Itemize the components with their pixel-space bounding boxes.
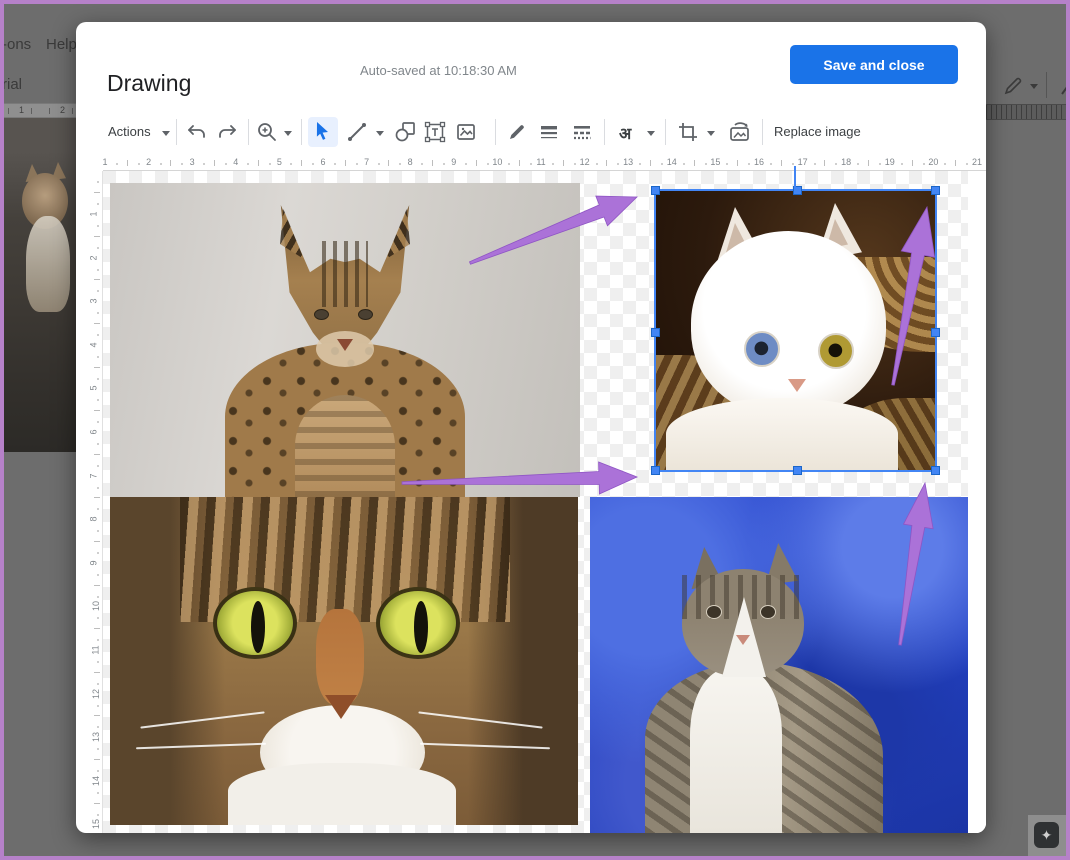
replace-image-button[interactable]: Replace image (774, 124, 861, 139)
rotation-handle-line[interactable] (794, 166, 796, 194)
zoom-button[interactable] (256, 121, 278, 143)
border-dash-button[interactable] (571, 121, 593, 143)
border-weight-button[interactable] (538, 121, 560, 143)
background-ruler-right (986, 104, 1070, 120)
toolbar-divider (176, 119, 177, 145)
sparkle-extension-icon[interactable]: ✦ (1034, 822, 1059, 848)
background-document-ruler: 1 2 (0, 103, 80, 118)
horizontal-ruler: 123456789101112131415161718192021 (103, 154, 986, 171)
vertical-ruler: 123456789101112131415 (90, 171, 103, 833)
toolbar-divider (248, 119, 249, 145)
font-selector-partial: rial (2, 76, 22, 93)
drawing-dialog: Drawing Auto-saved at 10:18:30 AM Save a… (76, 22, 986, 833)
edit-mode-caret-icon (1030, 84, 1038, 93)
actions-menu-button[interactable]: Actions (108, 124, 151, 139)
mask-image-button[interactable] (728, 121, 752, 143)
extension-tile: ✦ (1028, 815, 1066, 856)
text-tool-caret-icon (647, 131, 655, 140)
background-partial-pencil-icon (1060, 76, 1070, 96)
shape-tool-button[interactable] (394, 121, 416, 143)
background-toolbar-divider (1046, 72, 1047, 98)
image-tabby-cat-closeup[interactable] (110, 497, 578, 825)
ruler-corner (90, 154, 103, 171)
undo-button[interactable] (186, 121, 208, 143)
toolbar-divider (665, 119, 666, 145)
image-white-cat-selected[interactable] (656, 191, 935, 470)
line-tool-button[interactable] (346, 121, 368, 143)
select-tool-button-active[interactable] (308, 117, 338, 147)
image-savannah-cat[interactable] (110, 183, 580, 497)
dialog-title: Drawing (107, 70, 191, 97)
text-box-tool-button[interactable] (424, 121, 446, 143)
menu-item-help: Help (46, 36, 77, 53)
text-tool-glyph-button[interactable]: अ (619, 122, 631, 144)
background-document-cat-photo (0, 118, 80, 452)
border-color-button[interactable] (506, 121, 528, 143)
autosave-status: Auto-saved at 10:18:30 AM (360, 63, 517, 78)
menu-item-addons-partial: -ons (2, 36, 31, 53)
edit-mode-pencil-icon (1002, 75, 1024, 97)
actions-caret-icon (162, 131, 170, 140)
line-tool-caret-icon (376, 131, 384, 140)
toolbar-divider (604, 119, 605, 145)
crop-caret-icon (707, 131, 715, 140)
zoom-caret-icon (284, 131, 292, 140)
toolbar-divider (301, 119, 302, 145)
select-arrow-icon (314, 121, 332, 141)
screen: -ons Help rial 1 2 ✦ Drawing Auto-saved … (0, 0, 1070, 860)
save-and-close-button[interactable]: Save and close (790, 45, 958, 84)
toolbar-divider (495, 119, 496, 145)
redo-button[interactable] (216, 121, 238, 143)
image-tabby-white-cat-blue[interactable] (590, 497, 968, 833)
canvas-right-margin (968, 171, 986, 833)
insert-image-button[interactable] (455, 121, 477, 143)
crop-image-button[interactable] (677, 121, 699, 143)
drawing-canvas[interactable] (103, 171, 986, 833)
toolbar-divider (762, 119, 763, 145)
